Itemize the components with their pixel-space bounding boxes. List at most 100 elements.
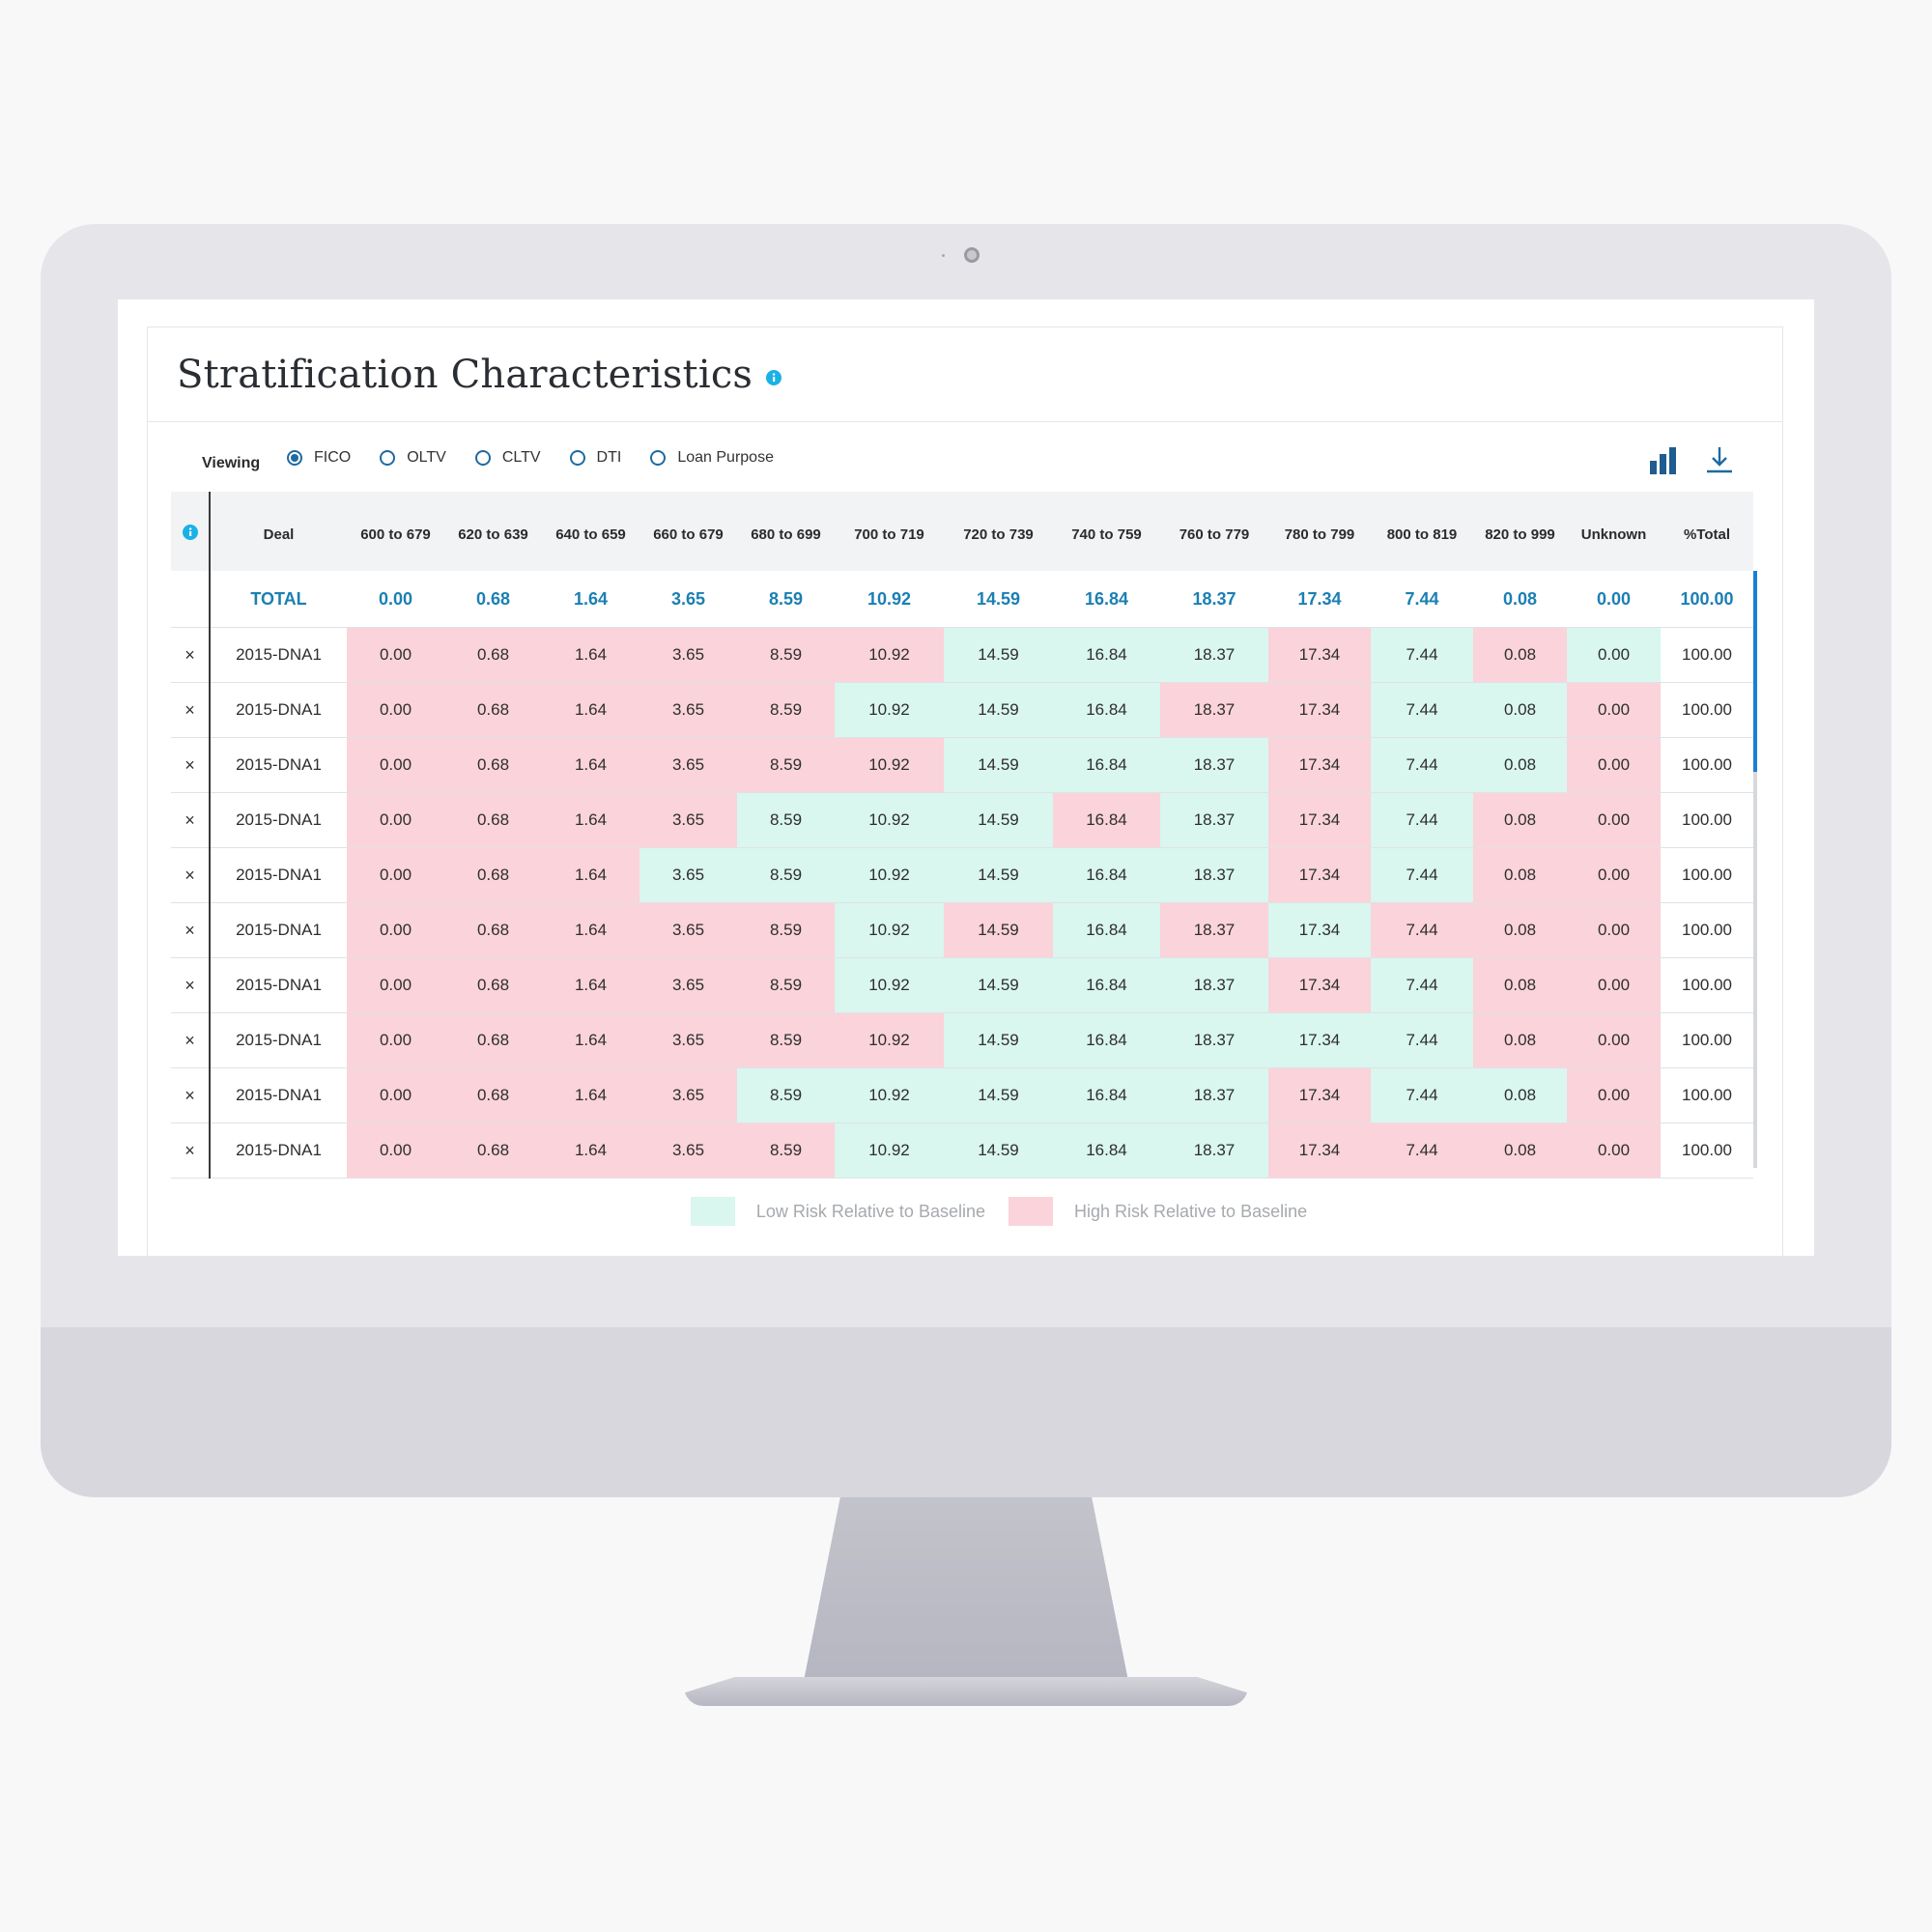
info-icon[interactable] [766,369,782,385]
table-row: × 2015-DNA1 0.00 0.68 1.64 3.65 8.59 10.92 14.59… [171,792,1753,848]
high-risk-cell: 0.68 [444,957,542,1013]
table-info-header [171,492,211,571]
remove-row-icon[interactable]: × [171,847,211,903]
high-risk-cell: 0.00 [347,902,444,958]
radio-label: DTI [596,449,622,466]
remove-row-icon[interactable]: × [171,1067,211,1123]
info-icon[interactable] [182,525,198,540]
remove-row-icon[interactable]: × [171,792,211,848]
low-risk-cell: 16.84 [1053,1067,1160,1123]
column-header[interactable]: 780 to 799 [1268,492,1371,571]
stratification-table: Deal 600 to 679 620 to 639 640 to 659 660 to… [171,492,1753,1179]
scrollbar-thumb[interactable] [1753,571,1757,772]
high-risk-cell: 0.00 [347,1122,444,1179]
column-header[interactable]: 660 to 679 [639,492,737,571]
remove-row-icon[interactable]: × [171,627,211,683]
deal-name: 2015-DNA1 [210,737,347,793]
high-risk-cell: 1.64 [542,1122,639,1179]
remove-row-icon[interactable]: × [171,737,211,793]
low-risk-cell: 7.44 [1371,627,1473,683]
view-option-oltv[interactable]: OLTV [380,449,446,467]
pct-total-cell: 100.00 [1661,1012,1753,1068]
radio-button[interactable] [287,450,302,466]
column-header[interactable]: Unknown [1567,492,1661,571]
view-option-dti[interactable]: DTI [569,449,622,467]
low-risk-cell: 10.92 [835,792,944,848]
view-option-loan-purpose[interactable]: Loan Purpose [650,449,774,467]
remove-row-icon[interactable]: × [171,957,211,1013]
total-value: 0.08 [1473,571,1567,628]
low-risk-cell: 16.84 [1053,1012,1160,1068]
risk-legend: Low Risk Relative to Baseline High Risk … [148,1197,1782,1226]
high-risk-cell: 0.00 [1567,902,1661,958]
view-option-fico[interactable]: FICO [287,449,351,467]
high-risk-cell: 3.65 [639,627,737,683]
high-risk-cell: 8.59 [737,957,835,1013]
total-value: 3.65 [639,571,737,628]
total-value: 17.34 [1268,571,1371,628]
column-header[interactable]: 720 to 739 [944,492,1053,571]
high-risk-cell: 0.00 [347,737,444,793]
view-option-cltv[interactable]: CLTV [474,449,541,467]
high-risk-cell: 17.34 [1268,1122,1371,1179]
high-risk-cell: 3.65 [639,1067,737,1123]
remove-row-icon[interactable]: × [171,902,211,958]
page-title: Stratification Characteristics [177,352,753,397]
remove-row-icon[interactable]: × [171,682,211,738]
high-risk-cell: 0.08 [1473,847,1567,903]
low-risk-cell: 8.59 [737,792,835,848]
column-header-deal[interactable]: Deal [210,492,347,571]
low-risk-cell: 0.00 [1567,627,1661,683]
high-risk-cell: 8.59 [737,1012,835,1068]
column-header[interactable]: 640 to 659 [542,492,639,571]
table-row: × 2015-DNA1 0.00 0.68 1.64 3.65 8.59 10.92 14.59… [171,902,1753,958]
high-risk-cell: 3.65 [639,1122,737,1179]
remove-row-icon[interactable]: × [171,1012,211,1068]
radio-button[interactable] [650,450,667,466]
total-value: 8.59 [737,571,835,628]
low-risk-cell: 14.59 [944,792,1053,848]
high-risk-cell: 0.00 [347,847,444,903]
high-risk-cell: 0.68 [444,847,542,903]
deal-name: 2015-DNA1 [210,627,347,683]
high-risk-cell: 7.44 [1371,1122,1473,1179]
high-risk-cell: 0.68 [444,902,542,958]
high-risk-cell: 10.92 [835,737,944,793]
high-risk-cell: 8.59 [737,1122,835,1179]
download-icon[interactable] [1705,445,1734,474]
high-risk-cell: 3.65 [639,902,737,958]
low-risk-cell: 10.92 [835,682,944,738]
table-row: × 2015-DNA1 0.00 0.68 1.64 3.65 8.59 10.92 14.59… [171,1122,1753,1179]
deal-name: 2015-DNA1 [210,1067,347,1123]
total-row-spacer [171,571,211,628]
bar-chart-icon[interactable] [1649,447,1678,474]
column-header[interactable]: 600 to 679 [347,492,444,571]
column-header[interactable]: 760 to 779 [1160,492,1268,571]
low-risk-cell: 14.59 [944,627,1053,683]
column-header[interactable]: 700 to 719 [835,492,944,571]
camera-icon [964,247,980,263]
high-risk-cell: 8.59 [737,627,835,683]
column-header[interactable]: %Total [1661,492,1753,571]
high-risk-cell: 0.68 [444,792,542,848]
low-risk-cell: 10.92 [835,902,944,958]
high-risk-cell: 0.00 [347,682,444,738]
radio-button[interactable] [474,450,491,466]
low-risk-cell: 18.37 [1160,957,1268,1013]
deal-name: 2015-DNA1 [210,792,347,848]
low-risk-cell: 7.44 [1371,847,1473,903]
high-risk-cell: 14.59 [944,902,1053,958]
column-header[interactable]: 620 to 639 [444,492,542,571]
column-header[interactable]: 820 to 999 [1473,492,1567,571]
high-risk-cell: 0.08 [1473,902,1567,958]
total-value: 16.84 [1053,571,1160,628]
radio-button[interactable] [569,450,585,466]
column-header[interactable]: 740 to 759 [1053,492,1160,571]
high-risk-cell: 1.64 [542,957,639,1013]
column-header[interactable]: 680 to 699 [737,492,835,571]
high-risk-cell: 8.59 [737,737,835,793]
remove-row-icon[interactable]: × [171,1122,211,1179]
column-header[interactable]: 800 to 819 [1371,492,1473,571]
radio-button[interactable] [380,450,396,466]
high-risk-cell: 0.00 [1567,1122,1661,1179]
